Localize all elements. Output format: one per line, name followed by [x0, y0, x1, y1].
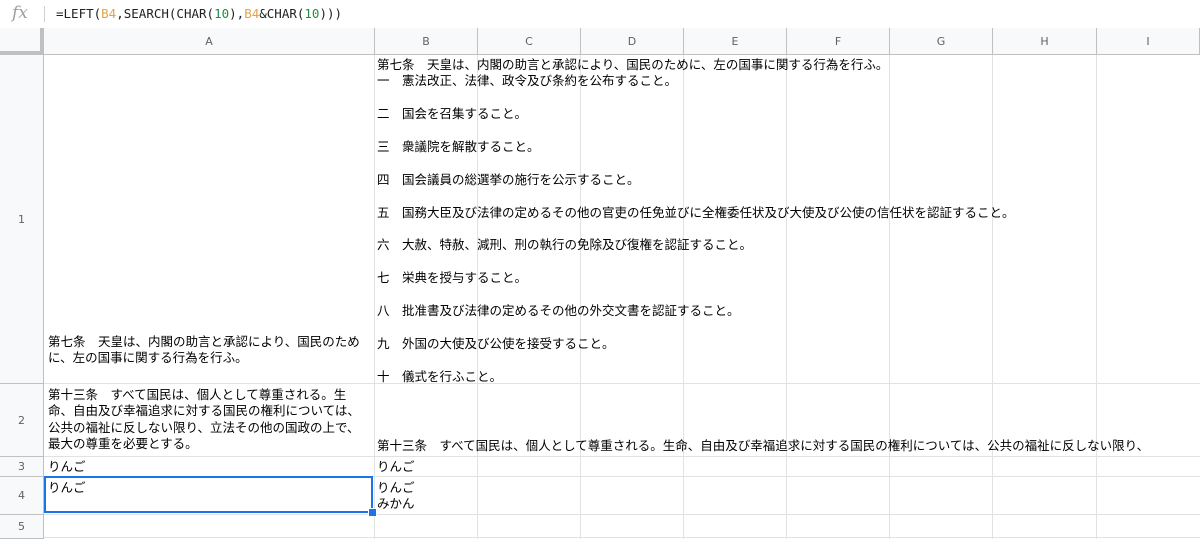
cell-b1-line: 六 大赦、特赦、減刑、刑の執行の免除及び復権を認証すること。: [377, 237, 753, 253]
row-header-5[interactable]: 5: [0, 515, 44, 539]
row-header-1[interactable]: 1: [0, 55, 44, 384]
cell-b1-line: 八 批准書及び法律の定めるその他の外交文書を認証すること。: [377, 303, 740, 319]
fill-handle[interactable]: [368, 508, 377, 517]
formula-token-fn: ))): [319, 6, 343, 21]
cell-b1-line: [377, 221, 1200, 237]
cell-a2[interactable]: 第十三条 すべて国民は、個人として尊重される。生命、自由及び幸福追求に対する国民…: [48, 387, 370, 453]
active-cell-selection: [44, 476, 373, 513]
cell-b1-line: [377, 90, 1200, 106]
formula-token-fn: &CHAR(: [259, 6, 305, 21]
cell-a1[interactable]: 第七条 天皇は、内閣の助言と承認により、国民のために、左の国事に関する行為を行ふ…: [48, 334, 370, 367]
cell-b4-line-1[interactable]: りんご: [377, 480, 415, 496]
column-header-b[interactable]: B: [375, 28, 478, 55]
formula-token-num: 10: [214, 6, 230, 21]
cell-b1-line: 九 外国の大使及び公使を接受すること。: [377, 335, 615, 351]
column-header-f[interactable]: F: [787, 28, 890, 55]
cell-b1-line: [377, 320, 1200, 336]
formula-token-ref: B4: [244, 6, 260, 21]
cell-b1-line: 三 衆議院を解散すること。: [377, 139, 540, 155]
cell-b1-line: [377, 155, 1200, 171]
cell-a3[interactable]: りんご: [48, 459, 86, 475]
gridline: [44, 537, 1200, 538]
gridline: [374, 55, 375, 539]
cell-b1-line: [377, 123, 1200, 139]
row-header-4[interactable]: 4: [0, 477, 44, 515]
formula-token-num: 10: [304, 6, 320, 21]
cell-b1-line: 五 国務大臣及び法律の定めるその他の官吏の任免並びに全権委任状及び大使及び公使の…: [377, 204, 1015, 220]
formula-token-fn: ,SEARCH(CHAR(: [116, 6, 215, 21]
gridline: [44, 383, 1200, 384]
cell-b3[interactable]: りんご: [377, 459, 415, 475]
formula-bar-divider: [44, 6, 45, 22]
cell-b1-line: 十 儀式を行ふこと。: [377, 368, 503, 383]
cell-b1[interactable]: 第七条 天皇は、内閣の助言と承認により、国民のために、左の国事に関する行為を行ふ…: [377, 57, 1200, 383]
formula-token-fn: =LEFT(: [56, 6, 102, 21]
column-header-h[interactable]: H: [993, 28, 1097, 55]
column-header-c[interactable]: C: [478, 28, 581, 55]
gridline: [44, 456, 1200, 457]
cell-b1-line: 一 憲法改正、法律、政令及び条約を公布すること。: [377, 73, 678, 89]
cell-b1-line: [377, 188, 1200, 204]
cell-b1-line: 四 国会議員の総選挙の施行を公示すること。: [377, 171, 640, 187]
cell-b1-line: 二 国会を召集すること。: [377, 106, 528, 122]
formula-bar: fx =LEFT(B4,SEARCH(CHAR(10),B4&CHAR(10))…: [0, 0, 1200, 29]
cell-b1-line: [377, 287, 1200, 303]
column-header-g[interactable]: G: [890, 28, 993, 55]
column-header-i[interactable]: I: [1097, 28, 1200, 55]
formula-token-ref: B4: [101, 6, 117, 21]
gridline: [44, 514, 1200, 515]
column-header-a[interactable]: A: [44, 28, 375, 55]
cell-b2[interactable]: 第十三条 すべて国民は、個人として尊重される。生命、自由及び幸福追求に対する国民…: [377, 438, 1200, 454]
formula-input[interactable]: =LEFT(B4,SEARCH(CHAR(10),B4&CHAR(10))): [56, 6, 342, 21]
row-header-2[interactable]: 2: [0, 384, 44, 457]
select-all-corner[interactable]: [0, 28, 44, 55]
column-header-d[interactable]: D: [581, 28, 684, 55]
fx-icon: fx: [12, 3, 28, 23]
row-header-3[interactable]: 3: [0, 457, 44, 477]
cell-b1-line: 第七条 天皇は、内閣の助言と承認により、国民のために、左の国事に関する行為を行ふ…: [377, 57, 889, 72]
cell-b1-line: [377, 254, 1200, 270]
cell-b1-line: 七 栄典を授与すること。: [377, 270, 528, 286]
cell-b4-line-2[interactable]: みかん: [377, 496, 415, 512]
formula-token-fn: ),: [229, 6, 245, 21]
column-header-e[interactable]: E: [684, 28, 787, 55]
cell-b1-line: [377, 352, 1200, 368]
